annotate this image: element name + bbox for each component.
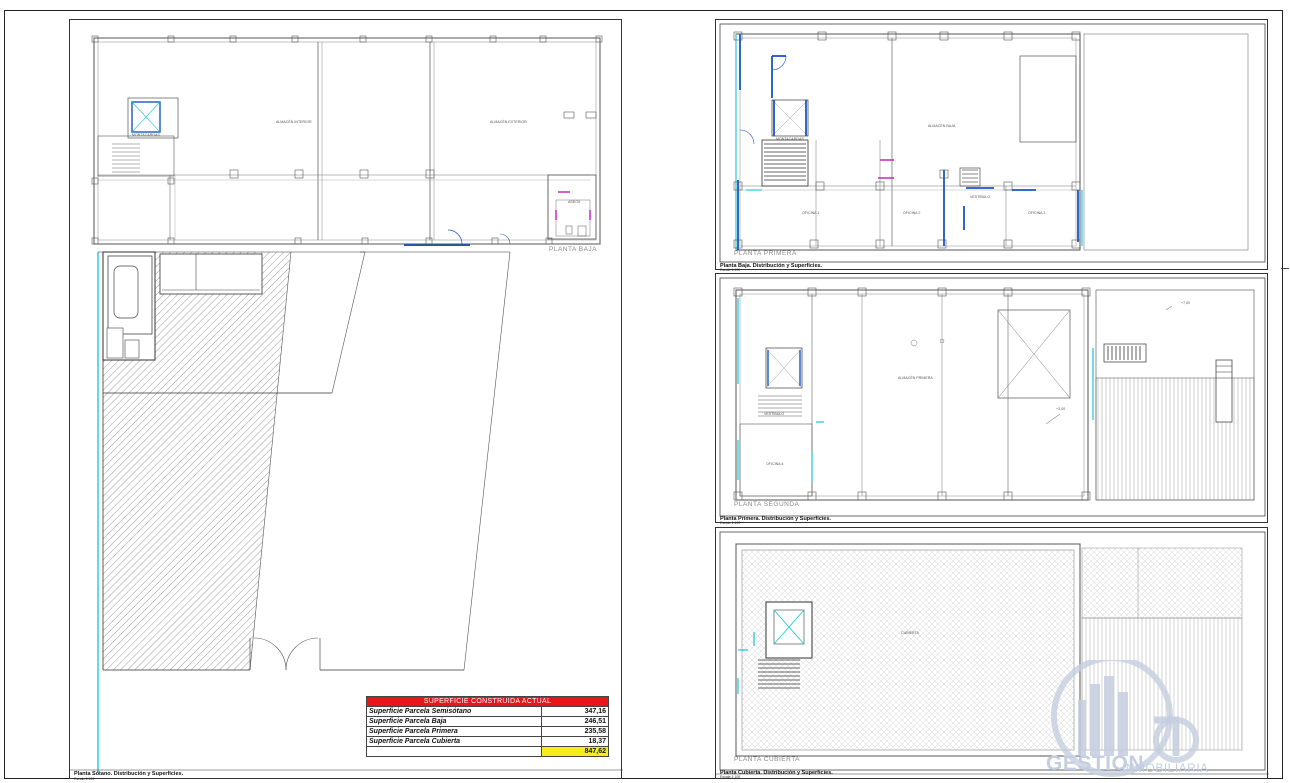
- level-mark: +7,00: [1181, 301, 1191, 305]
- floor-label: PLANTA SEGUNDA: [734, 501, 800, 508]
- room-label: ALMACÉN BAJA: [928, 124, 956, 128]
- room-label: MONTACARGAS: [776, 137, 804, 141]
- room-label: ALMACÉN PRIMERA: [898, 376, 933, 380]
- panel-scale: Escala 1:100: [74, 777, 95, 781]
- panel-sotano: ALMACÉN INTERIOR ALMACÉN EXTERIOR MONTAC…: [69, 19, 623, 781]
- row-label: Superficie Parcela Cubierta: [366, 736, 542, 747]
- surface-total: 847,62: [541, 746, 609, 757]
- table-row: 847,62: [366, 746, 609, 757]
- room-label: OFICINA 2: [903, 211, 921, 215]
- row-value: 347,16: [541, 706, 609, 717]
- panel-scale: Escala 1:100: [720, 775, 741, 779]
- room-label: VESTÍBULO: [970, 195, 991, 199]
- room-label: OFICINA 4: [766, 462, 784, 466]
- room-label: ALMACÉN EXTERIOR: [490, 120, 527, 124]
- room-label: VESTÍBULO: [764, 412, 785, 416]
- level-mark: +3,00: [1056, 407, 1066, 411]
- row-value: 246,51: [541, 716, 609, 727]
- panel-scale: Escala 1:100: [720, 268, 741, 272]
- watermark-sub: INMOBILIARIA: [1122, 761, 1209, 775]
- surface-table: SUPERFICIE CONSTRUIDA ACTUAL Superficie …: [366, 696, 609, 757]
- floor-label: PLANTA PRIMERA: [734, 250, 797, 257]
- row-label: Superficie Parcela Baja: [366, 716, 542, 727]
- plan-primera: [719, 277, 1266, 517]
- panel-scale: Escala 1:100: [720, 521, 741, 525]
- table-row: Superficie Parcela Baja 246,51: [366, 716, 609, 727]
- row-value: 235,58: [541, 726, 609, 737]
- panel-baja: ALMACÉN BAJA MONTACARGAS OFICINA 1 OFICI…: [715, 19, 1268, 272]
- row-label: Superficie Parcela Semisótano: [366, 706, 542, 717]
- surface-table-title: SUPERFICIE CONSTRUIDA ACTUAL: [366, 696, 609, 707]
- room-label: OFICINA 1: [802, 211, 820, 215]
- room-label: CUBIERTA: [901, 631, 919, 635]
- room-label: ALMACÉN INTERIOR: [276, 120, 312, 124]
- row-value: 18,37: [541, 736, 609, 747]
- table-row: Superficie Parcela Primera 235,58: [366, 726, 609, 737]
- room-label: ASEOS: [568, 200, 581, 204]
- floor-label: PLANTA BAJA: [549, 246, 598, 253]
- floor-label: PLANTA CUBIERTA: [734, 756, 801, 763]
- row-label: Superficie Parcela Primera: [366, 726, 542, 737]
- plan-baja: [719, 23, 1266, 263]
- room-label: OFICINA 3: [1028, 211, 1046, 215]
- room-label: MONTACARGAS: [132, 133, 160, 137]
- table-row: Superficie Parcela Cubierta 18,37: [366, 736, 609, 747]
- sheet-tick: [1281, 268, 1289, 269]
- table-row: Superficie Parcela Semisótano 347,16: [366, 706, 609, 717]
- panel-primera: ALMACÉN PRIMERA OFICINA 4 VESTÍBULO +7,0…: [715, 273, 1268, 525]
